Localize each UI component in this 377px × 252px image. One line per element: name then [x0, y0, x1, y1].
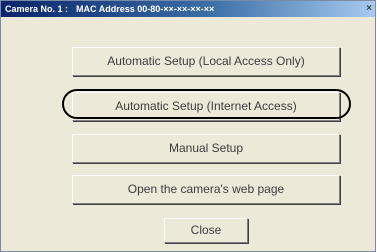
camera-number-label: Camera No. 1 :: [5, 4, 69, 14]
mac-address-value: 00-80-××-××-××-××: [137, 4, 215, 14]
close-window-icon[interactable]: ×: [366, 1, 372, 17]
open-web-page-button[interactable]: Open the camera's web page: [72, 175, 340, 204]
automatic-setup-local-button[interactable]: Automatic Setup (Local Access Only): [72, 47, 340, 76]
automatic-setup-internet-button[interactable]: Automatic Setup (Internet Access): [72, 92, 340, 121]
title-bar: Camera No. 1 : MAC Address 00-80-××-××-××…: [1, 1, 375, 17]
mac-address-label: MAC Address: [76, 4, 135, 14]
manual-setup-button[interactable]: Manual Setup: [72, 134, 340, 163]
close-button[interactable]: Close: [164, 218, 248, 243]
setup-dialog: Camera No. 1 : MAC Address 00-80-××-××-××…: [0, 0, 376, 252]
